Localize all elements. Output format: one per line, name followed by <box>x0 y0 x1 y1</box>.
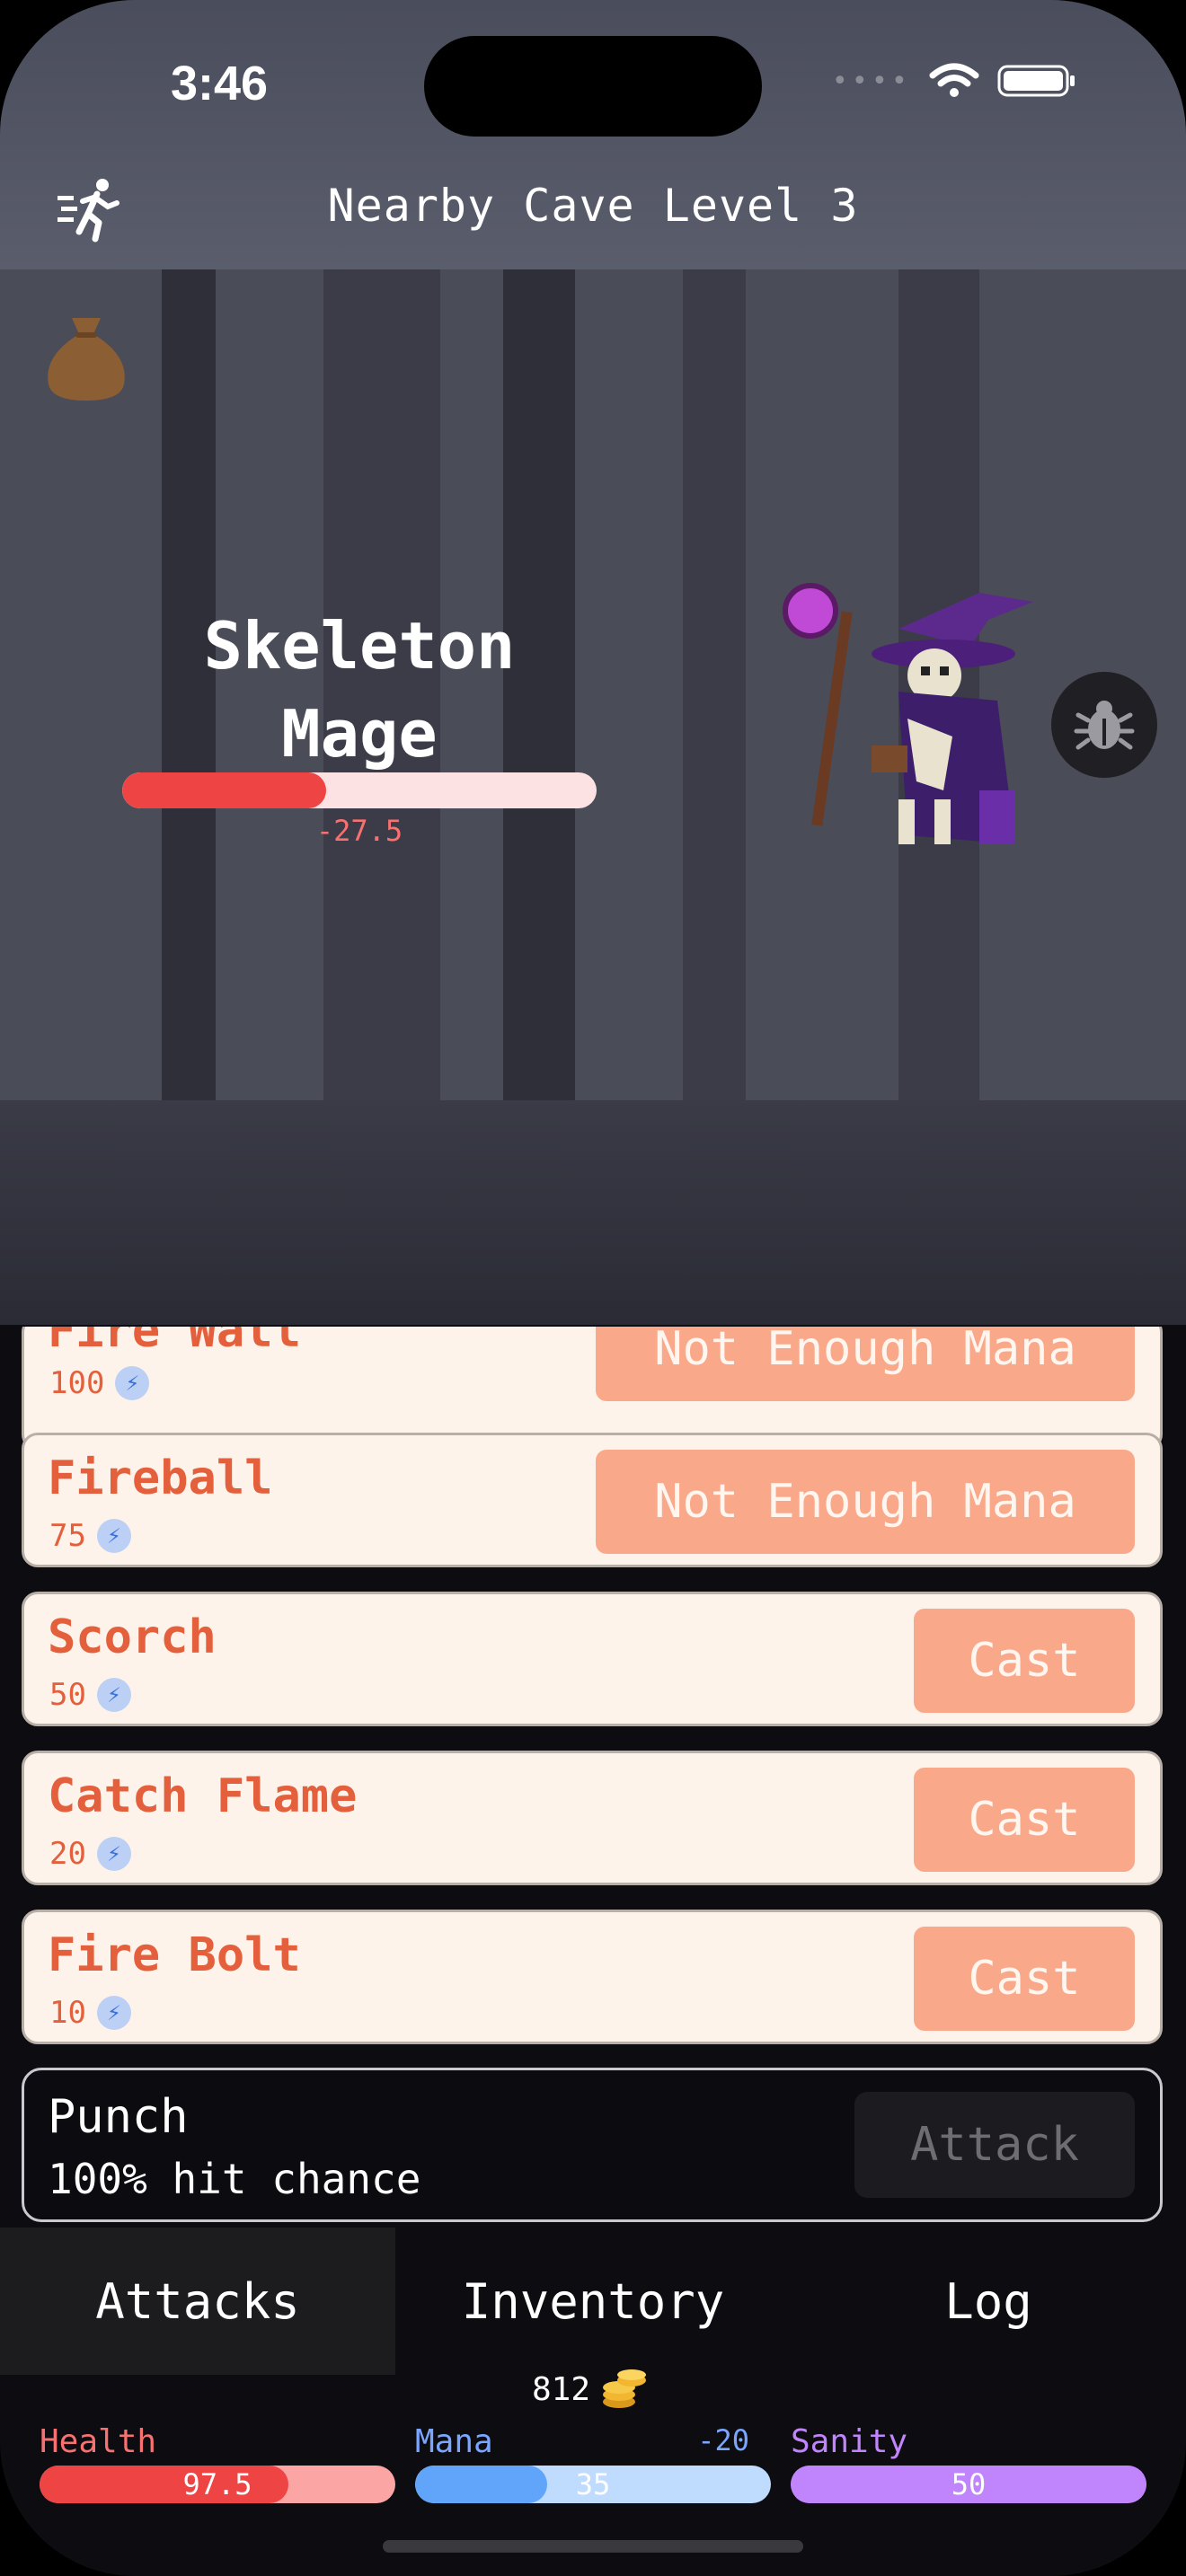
spell-cost-value: 10 <box>49 1995 86 2031</box>
bolt-icon: ⚡ <box>96 1837 131 1871</box>
sanity-value: 50 <box>951 2467 987 2501</box>
health-stat: Health 97.5 <box>40 2423 395 2503</box>
mana-bar: 35 <box>415 2466 771 2503</box>
wifi-icon <box>929 63 979 97</box>
spell-card: Fire Wall 100 ⚡ Not Enough Mana <box>22 1327 1163 1451</box>
cast-button[interactable]: Cast <box>914 1768 1135 1872</box>
battle-scene: Skeleton Mage -27.5 <box>0 269 1186 1325</box>
game-screen: 3:46 •••• Nearby Cave Level 3 Skeleton M… <box>0 0 1186 2576</box>
home-indicator[interactable] <box>383 2540 803 2553</box>
enemy-health-bar <box>122 772 597 808</box>
spell-cost-value: 50 <box>49 1677 86 1713</box>
spell-name: Catch Flame <box>48 1769 358 1823</box>
bug-icon <box>1074 701 1135 750</box>
mana-delta: -20 <box>697 2423 749 2457</box>
cellular-icon: •••• <box>831 65 911 97</box>
top-bar: 3:46 •••• Nearby Cave Level 3 <box>0 0 1186 269</box>
spell-cost: 50 ⚡ <box>49 1677 131 1713</box>
gold-display: 812 <box>532 2368 648 2411</box>
spell-name: Fire Bolt <box>48 1928 301 1982</box>
damage-text: -27.5 <box>315 814 403 848</box>
health-value: 97.5 <box>182 2467 252 2501</box>
bolt-icon: ⚡ <box>96 1678 131 1712</box>
cast-button[interactable]: Not Enough Mana <box>596 1450 1135 1554</box>
debug-button[interactable] <box>1051 672 1157 778</box>
status-icons: •••• <box>832 63 1078 99</box>
cast-button[interactable]: Cast <box>914 1609 1135 1713</box>
bolt-icon: ⚡ <box>96 1996 131 2030</box>
health-label: Health <box>40 2423 157 2460</box>
sanity-label: Sanity <box>791 2423 908 2460</box>
gold-amount: 812 <box>532 2370 591 2408</box>
tab-attacks[interactable]: Attacks <box>0 2228 395 2375</box>
spell-card: Fire Bolt 10 ⚡ Cast <box>22 1910 1163 2044</box>
spell-card: Scorch 50 ⚡ Cast <box>22 1592 1163 1726</box>
spell-cost-value: 20 <box>49 1836 86 1872</box>
spell-card: Fireball 75 ⚡ Not Enough Mana <box>22 1433 1163 1567</box>
spell-card: Catch Flame 20 ⚡ Cast <box>22 1751 1163 1885</box>
punch-card: Punch 100% hit chance Attack <box>22 2068 1163 2222</box>
bolt-icon: ⚡ <box>115 1366 150 1400</box>
enemy-health-fill <box>122 772 327 808</box>
spell-cost: 10 ⚡ <box>49 1995 131 2031</box>
coin-stack-icon <box>603 2369 647 2408</box>
sanity-stat: Sanity 50 <box>791 2423 1146 2503</box>
money-bag-icon[interactable] <box>40 313 133 402</box>
cave-floor <box>0 1100 1186 1325</box>
location-title: Nearby Cave Level 3 <box>327 180 859 232</box>
spell-cost-value: 100 <box>49 1365 105 1401</box>
hit-chance: 100% hit chance <box>48 2155 421 2203</box>
skeleton-mage-sprite[interactable] <box>773 575 1069 871</box>
tab-log[interactable]: Log <box>791 2228 1186 2375</box>
status-time: 3:46 <box>171 57 269 110</box>
cast-button[interactable]: Cast <box>914 1927 1135 2031</box>
spell-cost: 20 ⚡ <box>49 1836 131 1872</box>
attack-name: Punch <box>48 2090 189 2144</box>
enemy-name: Skeleton Mage <box>203 608 516 772</box>
health-bar: 97.5 <box>40 2466 395 2503</box>
mana-value: 35 <box>575 2467 611 2501</box>
spell-cost-value: 75 <box>49 1518 86 1554</box>
bolt-icon: ⚡ <box>96 1519 131 1553</box>
battery-icon <box>997 65 1075 97</box>
spell-cost: 75 ⚡ <box>49 1518 131 1554</box>
tab-inventory[interactable]: Inventory <box>395 2228 791 2375</box>
spell-name: Scorch <box>48 1610 217 1664</box>
attack-button[interactable]: Attack <box>854 2092 1135 2198</box>
sanity-bar: 50 <box>791 2466 1146 2503</box>
spell-name: Fireball <box>48 1451 273 1505</box>
mana-stat: Mana -20 35 <box>415 2423 771 2503</box>
dynamic-island <box>424 36 762 137</box>
tab-bar: Attacks Inventory Log <box>0 2228 1186 2375</box>
spell-cost: 100 ⚡ <box>49 1365 150 1401</box>
